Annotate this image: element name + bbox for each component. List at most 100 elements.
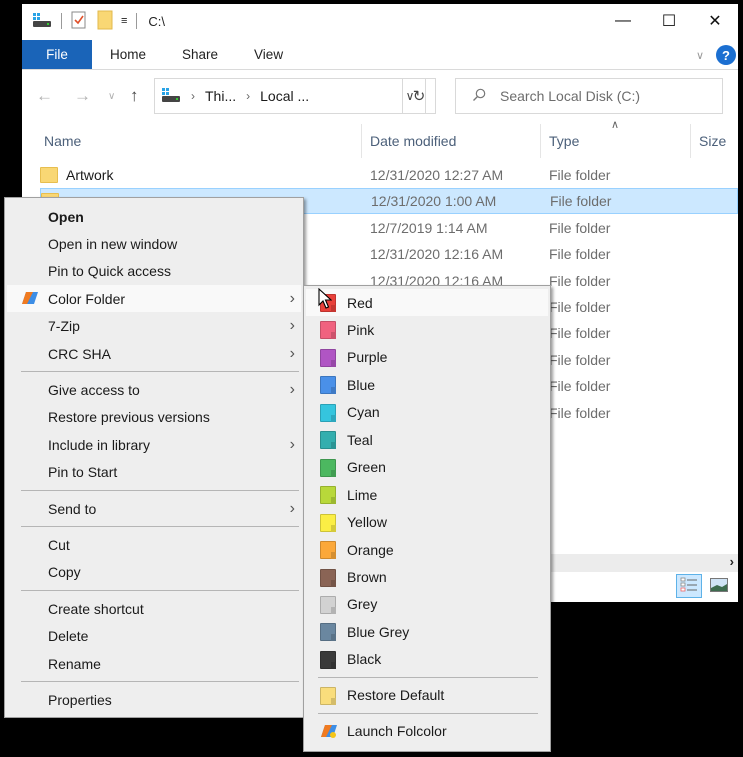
color-item-teal[interactable]: Teal: [306, 426, 548, 453]
mouse-cursor-icon: [318, 287, 333, 313]
menu-item-color-folder[interactable]: Color Folder ›: [7, 285, 301, 313]
menu-separator: [21, 371, 299, 373]
ribbon-right: ∨ ?: [696, 40, 738, 70]
recent-locations-icon[interactable]: ∨: [108, 91, 115, 102]
menu-item-copy[interactable]: Copy: [7, 559, 301, 586]
date-modified: 12/31/2020 1:00 AM: [371, 193, 497, 210]
refresh-button[interactable]: ↻: [402, 78, 436, 114]
back-arrow-icon[interactable]: ←: [36, 86, 53, 106]
menu-item-label: Restore previous versions: [48, 409, 210, 426]
menu-item-open[interactable]: Open: [7, 203, 301, 230]
separator: [61, 13, 62, 29]
menu-item-send-to[interactable]: Send to ›: [7, 495, 301, 522]
column-divider[interactable]: [690, 124, 691, 158]
folder-icon: [40, 167, 58, 183]
color-item-label: Green: [347, 459, 386, 476]
file-row[interactable]: Artwork 12/31/2020 12:27 AM File folder: [40, 162, 738, 188]
color-item-blue-grey[interactable]: Blue Grey: [306, 618, 548, 645]
color-item-green[interactable]: Green: [306, 454, 548, 481]
color-item-restore-default[interactable]: Restore Default: [306, 682, 548, 709]
color-item-yellow[interactable]: Yellow: [306, 509, 548, 536]
color-item-lime[interactable]: Lime: [306, 481, 548, 508]
forward-arrow-icon[interactable]: →: [74, 86, 91, 106]
color-item-launch-folcolor[interactable]: Launch Folcolor: [306, 718, 548, 745]
tab-home[interactable]: Home: [92, 40, 164, 69]
menu-separator: [318, 713, 538, 715]
properties-icon[interactable]: [71, 11, 87, 32]
chevron-right-icon[interactable]: ›: [191, 89, 195, 103]
color-item-label: Orange: [347, 541, 394, 558]
color-item-cyan[interactable]: Cyan: [306, 399, 548, 426]
scroll-right-icon[interactable]: ›: [730, 554, 734, 569]
menu-item-crc-sha[interactable]: CRC SHA ›: [7, 340, 301, 367]
color-item-brown[interactable]: Brown: [306, 564, 548, 591]
drive-icon[interactable]: [32, 12, 52, 31]
chevron-right-icon[interactable]: ›: [246, 89, 250, 103]
date-modified: 12/7/2019 1:14 AM: [370, 219, 488, 236]
menu-item-label: Include in library: [48, 436, 150, 453]
tab-view[interactable]: View: [236, 40, 301, 69]
color-item-pink[interactable]: Pink: [306, 316, 548, 343]
color-item-label: Cyan: [347, 404, 380, 421]
menu-item-label: Pin to Start: [48, 464, 118, 481]
menu-item-restore-previous-versions[interactable]: Restore previous versions: [7, 404, 301, 431]
menu-item-open-in-new-window[interactable]: Open in new window: [7, 230, 301, 257]
menu-item-pin-to-quick-access[interactable]: Pin to Quick access: [7, 258, 301, 285]
large-icons-view-button[interactable]: [706, 574, 732, 598]
file-type: File folder: [549, 351, 611, 368]
menu-item-7-zip[interactable]: 7-Zip ›: [7, 313, 301, 340]
color-item-black[interactable]: Black: [306, 646, 548, 673]
search-input[interactable]: Search Local Disk (C:): [455, 78, 723, 114]
new-folder-icon[interactable]: [97, 10, 113, 33]
color-item-purple[interactable]: Purple: [306, 344, 548, 371]
pink-folder-icon: [320, 321, 336, 340]
close-button[interactable]: ✕: [692, 4, 738, 38]
menu-separator: [21, 526, 299, 528]
breadcrumb-local-disk[interactable]: Local ...: [260, 88, 309, 104]
column-divider[interactable]: [540, 124, 541, 158]
color-item-orange[interactable]: Orange: [306, 536, 548, 563]
color-item-label: Launch Folcolor: [347, 723, 447, 740]
color-item-label: Pink: [347, 321, 375, 338]
file-type: File folder: [549, 299, 611, 315]
up-arrow-icon[interactable]: ↑: [130, 86, 139, 106]
menu-item-label: Rename: [48, 655, 101, 672]
tab-file[interactable]: File: [22, 40, 92, 69]
minimize-button[interactable]: —: [600, 4, 646, 38]
color-item-red[interactable]: Red: [306, 289, 548, 316]
breadcrumb: › Thi... › Local ...: [155, 87, 395, 106]
column-divider[interactable]: [361, 124, 362, 158]
customize-qa-icon[interactable]: ≡: [121, 15, 127, 27]
menu-item-pin-to-start[interactable]: Pin to Start: [7, 459, 301, 486]
chevron-right-icon: ›: [289, 344, 295, 362]
expand-ribbon-icon[interactable]: ∨: [696, 49, 704, 62]
color-item-label: Purple: [347, 349, 388, 366]
menu-item-properties[interactable]: Properties: [7, 686, 301, 713]
color-item-grey[interactable]: Grey: [306, 591, 548, 618]
context-menu: Open Open in new window Pin to Quick acces…: [4, 197, 304, 718]
column-header-size[interactable]: Size: [699, 124, 726, 158]
color-item-blue[interactable]: Blue: [306, 371, 548, 398]
menu-item-cut[interactable]: Cut: [7, 531, 301, 558]
details-view-button[interactable]: [676, 574, 702, 598]
folcolor-icon: [320, 723, 337, 741]
menu-item-label: Create shortcut: [48, 600, 144, 617]
address-bar[interactable]: › Thi... › Local ... ∨: [154, 78, 426, 114]
column-header-type[interactable]: Type: [549, 124, 579, 158]
breadcrumb-this-pc[interactable]: Thi...: [205, 88, 236, 104]
color-folder-submenu: Red Pink Purple Blue Cyan Teal Green Lime Yellow…: [303, 285, 551, 752]
column-header-name[interactable]: Name: [44, 124, 81, 158]
menu-item-include-in-library[interactable]: Include in library ›: [7, 431, 301, 458]
chevron-right-icon: ›: [289, 289, 295, 307]
menu-item-label: 7-Zip: [48, 318, 80, 335]
menu-item-rename[interactable]: Rename: [7, 650, 301, 677]
menu-item-delete[interactable]: Delete: [7, 623, 301, 650]
tab-share[interactable]: Share: [164, 40, 236, 69]
column-header-date-modified[interactable]: Date modified: [370, 124, 456, 158]
maximize-button[interactable]: ☐: [646, 4, 692, 38]
menu-item-give-access-to[interactable]: Give access to ›: [7, 376, 301, 403]
date-modified: 12/31/2020 12:16 AM: [370, 246, 504, 263]
menu-item-create-shortcut[interactable]: Create shortcut: [7, 595, 301, 622]
menu-item-label: Copy: [48, 564, 81, 581]
help-icon[interactable]: ?: [716, 45, 736, 65]
